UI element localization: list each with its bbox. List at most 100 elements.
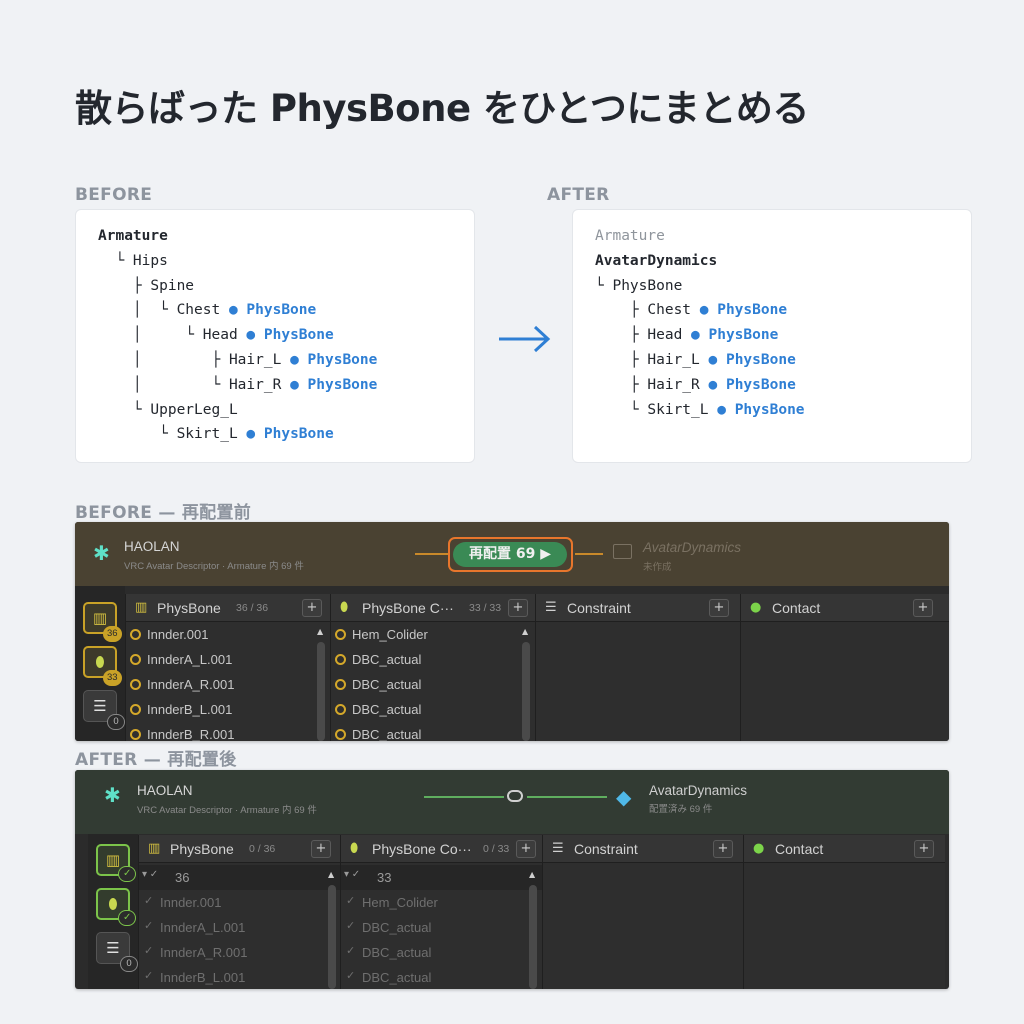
add-button[interactable]: + <box>516 840 536 858</box>
list-item[interactable]: Innder.001 <box>126 622 330 647</box>
before-panel: ✱ HAOLAN VRC Avatar Descriptor · Armatur… <box>75 522 949 741</box>
physbone-tag: ● PhysBone <box>717 401 805 418</box>
tree-node-spine: ├ Spine <box>132 277 195 294</box>
constraint-count-badge: 0 <box>107 714 125 730</box>
add-button[interactable]: + <box>713 840 733 858</box>
list-item[interactable]: DBC_actual <box>331 722 535 741</box>
list-item[interactable]: Hem_Colider <box>331 622 535 647</box>
list-item[interactable]: InnderA_R.001 <box>126 672 330 697</box>
check-icon: ✓ <box>118 910 137 926</box>
physbone-tag: ● PhysBone <box>228 302 317 319</box>
list-item[interactable]: DBC_actual <box>331 647 535 672</box>
physbone-column: ▥ PhysBone 36 / 36 + Innder.001 InnderA_… <box>125 594 330 741</box>
check-icon: ✓ <box>118 866 137 882</box>
add-button[interactable]: + <box>914 840 934 858</box>
before-tree: Armature └ Hips ├ Spine │ └ Chest ● Phys… <box>98 224 377 447</box>
physbone-tag: ● PhysBone <box>699 302 788 319</box>
column-label: PhysBone <box>170 841 234 857</box>
add-button[interactable]: + <box>508 599 528 617</box>
physbone-icon: ▥ <box>92 609 108 627</box>
dest-name: AvatarDynamics <box>649 783 748 798</box>
pending-icon <box>130 729 141 740</box>
check-icon: ✓ <box>346 920 356 932</box>
scrollbar[interactable] <box>529 885 537 989</box>
add-button[interactable]: + <box>913 599 933 617</box>
dest-sub: 配置済み 69 件 <box>649 804 713 815</box>
before-panel-header: ✱ HAOLAN VRC Avatar Descriptor · Armatur… <box>75 522 949 586</box>
physbone-count-badge: 36 <box>103 626 122 642</box>
link-icon <box>507 790 523 802</box>
connector-line <box>575 553 603 555</box>
tree-node-upperleg: └ UpperLeg_L <box>132 401 238 418</box>
scroll-up-icon[interactable]: ▲ <box>328 870 334 879</box>
column-header: ⬮ PhysBone Co··· 0 / 33 + <box>341 835 542 863</box>
avatar-name: HAOLAN <box>137 783 193 798</box>
column-header: ☰ Constraint + <box>536 594 740 622</box>
check-icon: ✓ <box>144 945 154 957</box>
scroll-up-icon[interactable]: ▲ <box>522 627 528 636</box>
physbone-tag: ● PhysBone <box>246 327 334 344</box>
list-item[interactable]: InnderB_L.001 <box>126 697 330 722</box>
pending-icon <box>335 654 346 665</box>
column-count: 0 / 33 <box>483 843 510 855</box>
scrollbar[interactable] <box>328 885 336 989</box>
cube-icon: ◆ <box>616 785 632 809</box>
list-item[interactable]: InnderA_L.001 <box>126 647 330 672</box>
list-item[interactable]: ✓ DBC_actual <box>341 915 542 940</box>
pending-icon <box>130 629 141 640</box>
tree-node-hair-r: ├ Hair_R ● PhysBone <box>629 376 796 393</box>
pending-icon <box>335 729 346 740</box>
column-label: Contact <box>772 600 821 616</box>
scrollbar[interactable] <box>317 642 325 741</box>
list-item[interactable]: ✓ InnderB_L.001 <box>139 965 340 989</box>
list-item[interactable]: ✓ InnderA_L.001 <box>139 915 340 940</box>
column-count: 36 / 36 <box>236 602 269 614</box>
tree-node-armature: Armature <box>98 228 168 244</box>
before-label: BEFORE <box>75 185 153 205</box>
pending-icon <box>335 704 346 715</box>
group-row[interactable]: ▾ ✓ 33 <box>341 865 542 890</box>
scroll-up-icon[interactable]: ▲ <box>317 627 323 636</box>
add-button[interactable]: + <box>709 599 729 617</box>
collider-icon: ⬮ <box>108 895 118 913</box>
constraint-column: ☰ Constraint + <box>535 594 740 741</box>
right-arrow-icon <box>499 325 551 353</box>
physbone-tag: ● PhysBone <box>290 376 378 393</box>
expand-icon: ▾ ✓ <box>142 869 159 880</box>
list-item[interactable]: InnderB_R.001 <box>126 722 330 741</box>
list-item[interactable]: DBC_actual <box>331 697 535 722</box>
list-item[interactable]: ✓ Hem_Colider <box>341 890 542 915</box>
column-header: ● Contact + <box>741 594 949 622</box>
physbone-tag: ● PhysBone <box>290 351 378 368</box>
group-row[interactable]: ▾ ✓ 36 <box>139 865 340 890</box>
constraint-icon: ☰ <box>545 600 557 615</box>
tree-node-hair-l: │ ├ Hair_L ● PhysBone <box>132 351 378 368</box>
avatar-icon: ✱ <box>104 783 121 807</box>
before-tree-card: Armature └ Hips ├ Spine │ └ Chest ● Phys… <box>75 209 475 463</box>
list-item[interactable]: DBC_actual <box>331 672 535 697</box>
after-tree: Armature AvatarDynamics └ PhysBone ├ Che… <box>595 224 805 422</box>
list-item[interactable]: ✓ Innder.001 <box>139 890 340 915</box>
scrollbar[interactable] <box>522 642 530 741</box>
after-tree-card: Armature AvatarDynamics └ PhysBone ├ Che… <box>572 209 972 463</box>
relocate-button[interactable]: 再配置 69 ▶ <box>453 542 567 567</box>
folder-icon <box>613 544 632 559</box>
list-item[interactable]: ✓ InnderA_R.001 <box>139 940 340 965</box>
add-button[interactable]: + <box>302 599 322 617</box>
column-header: ● Contact + <box>744 835 945 863</box>
contact-icon: ● <box>750 600 762 615</box>
column-label: Constraint <box>574 841 638 857</box>
connector-line <box>424 796 504 798</box>
check-icon: ✓ <box>346 895 356 907</box>
constraint-icon: ☰ <box>552 841 564 856</box>
pending-icon <box>335 629 346 640</box>
scroll-up-icon[interactable]: ▲ <box>529 870 535 879</box>
avatar-sub: VRC Avatar Descriptor · Armature 内 69 件 <box>124 561 304 572</box>
list-item[interactable]: ✓ DBC_actual <box>341 965 542 989</box>
check-icon: ✓ <box>346 945 356 957</box>
tree-node-physbone: └ PhysBone <box>595 277 683 294</box>
sidebar: ▥ 36 ⬮ 33 ☰ 0 <box>75 586 125 741</box>
add-button[interactable]: + <box>311 840 331 858</box>
tree-node-avatardynamics: AvatarDynamics <box>595 252 718 269</box>
list-item[interactable]: ✓ DBC_actual <box>341 940 542 965</box>
